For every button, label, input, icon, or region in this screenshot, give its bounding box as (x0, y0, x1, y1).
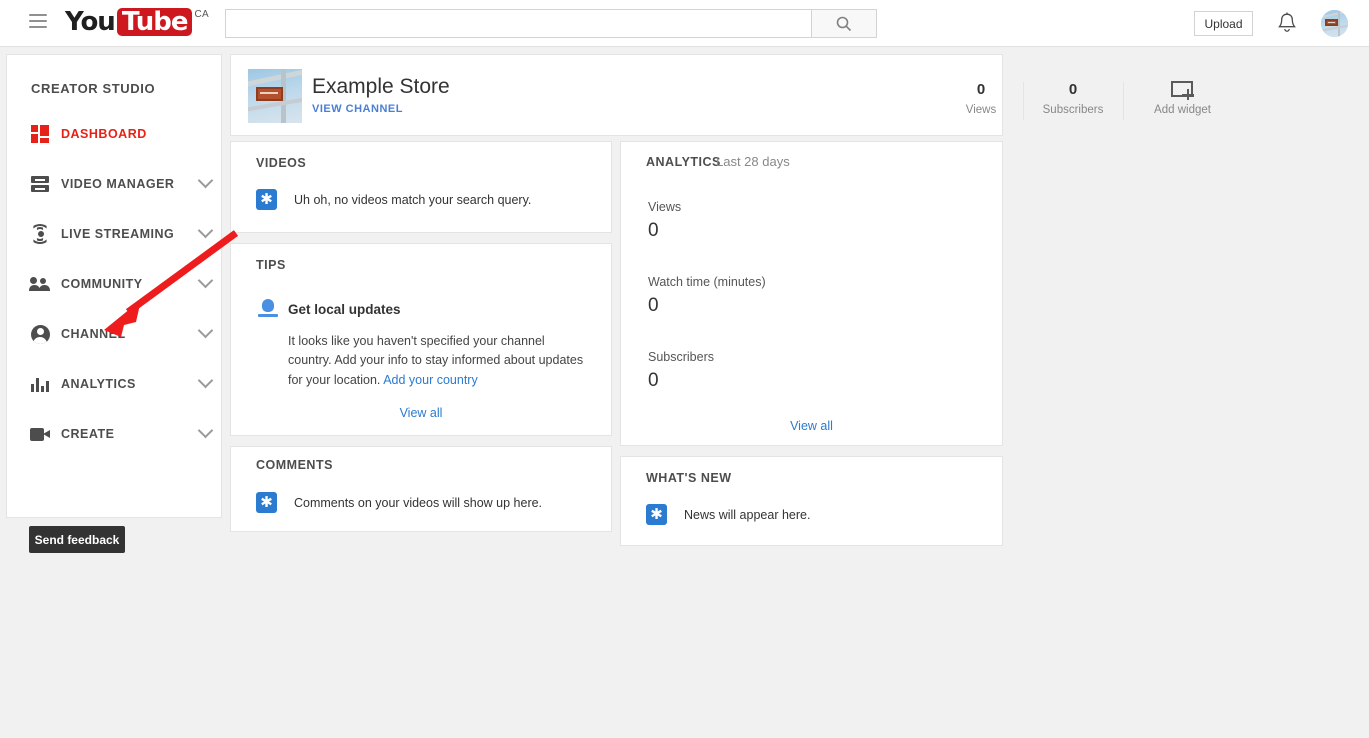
whats-new-card: WHAT'S NEW ✱ News will appear here. (620, 456, 1003, 546)
tip-body: It looks like you haven't specified your… (288, 332, 588, 390)
chevron-down-icon[interactable] (198, 373, 214, 389)
tips-view-all-link[interactable]: View all (231, 406, 611, 420)
stat-views: 0 Views (931, 81, 1031, 116)
add-widget-button[interactable]: Add widget (1131, 81, 1234, 116)
live-streaming-icon (29, 223, 51, 245)
youtube-logo[interactable]: You Tube CA (65, 8, 209, 38)
analytics-bars-icon (29, 373, 51, 395)
divider (1123, 82, 1124, 120)
sidebar-item-label: CREATE (61, 427, 114, 441)
metric-label: Subscribers (648, 350, 714, 364)
star-badge-icon: ✱ (256, 492, 277, 513)
search-icon (836, 16, 852, 32)
sidebar-item-label: DASHBOARD (61, 127, 147, 141)
masthead: You Tube CA Upload (0, 0, 1369, 47)
sidebar-item-community[interactable]: COMMUNITY (7, 267, 223, 301)
notifications-bell-icon[interactable] (1275, 11, 1299, 37)
tips-card: TIPS Get local updates It looks like you… (230, 243, 612, 436)
stat-label: Subscribers (1023, 104, 1123, 116)
metric-value: 0 (648, 220, 659, 242)
sidebar-item-label: VIDEO MANAGER (61, 177, 174, 191)
avatar[interactable] (1321, 10, 1348, 37)
stat-value: 0 (931, 81, 1031, 98)
card-title: TIPS (256, 258, 286, 272)
sidebar-item-label: ANALYTICS (61, 377, 136, 391)
sidebar-item-dashboard[interactable]: DASHBOARD (7, 117, 223, 151)
dashboard-grid-icon (29, 123, 51, 145)
sidebar-title: CREATOR STUDIO (31, 81, 155, 96)
card-title: WHAT'S NEW (646, 471, 732, 485)
channel-name: Example Store (312, 75, 450, 99)
chevron-down-icon[interactable] (198, 223, 214, 239)
stat-label: Views (931, 104, 1031, 116)
logo-country-code: CA (194, 9, 209, 20)
metric-label: Views (648, 200, 681, 214)
tip-title: Get local updates (288, 302, 401, 317)
send-feedback-button[interactable]: Send feedback (29, 526, 125, 553)
chevron-down-icon[interactable] (198, 323, 214, 339)
message-text: Uh oh, no videos match your search query… (294, 193, 531, 207)
view-channel-link[interactable]: VIEW CHANNEL (312, 103, 403, 115)
video-manager-icon (29, 173, 51, 195)
add-your-country-link[interactable]: Add your country (383, 373, 478, 387)
create-camera-icon (29, 423, 51, 445)
analytics-card: ANALYTICS Last 28 days Views 0 Watch tim… (620, 141, 1003, 446)
channel-account-icon (29, 323, 51, 345)
search-box (225, 9, 877, 38)
upload-button[interactable]: Upload (1194, 11, 1253, 36)
sidebar-item-create[interactable]: CREATE (7, 417, 223, 451)
videos-card: VIDEOS ✱ Uh oh, no videos match your sea… (230, 141, 612, 233)
sidebar-item-label: LIVE STREAMING (61, 227, 174, 241)
comments-empty-message: ✱ Comments on your videos will show up h… (256, 492, 542, 513)
search-button[interactable] (811, 9, 877, 38)
card-title: VIDEOS (256, 156, 306, 170)
chevron-down-icon[interactable] (198, 273, 214, 289)
search-input[interactable] (225, 9, 811, 38)
hamburger-menu-icon[interactable] (29, 14, 47, 32)
stat-subscribers: 0 Subscribers (1023, 81, 1123, 116)
chevron-down-icon[interactable] (198, 173, 214, 189)
metric-value: 0 (648, 295, 659, 317)
star-badge-icon: ✱ (256, 189, 277, 210)
channel-header-card: Example Store VIEW CHANNEL 0 Views 0 Sub… (230, 54, 1003, 136)
sidebar-item-live-streaming[interactable]: LIVE STREAMING (7, 217, 223, 251)
analytics-date-range: Last 28 days (716, 154, 790, 169)
comments-card: COMMENTS ✱ Comments on your videos will … (230, 446, 612, 532)
chevron-down-icon[interactable] (198, 423, 214, 439)
channel-thumbnail-photo (248, 69, 302, 123)
message-text: Comments on your videos will show up her… (294, 496, 542, 510)
message-text: News will appear here. (684, 508, 810, 522)
videos-empty-message: ✱ Uh oh, no videos match your search que… (256, 189, 531, 210)
channel-thumbnail[interactable] (248, 69, 302, 123)
sidebar: CREATOR STUDIO DASHBOARD VIDEO MANAGER L… (6, 54, 222, 518)
logo-tube-text: Tube (117, 8, 193, 36)
community-people-icon (29, 273, 51, 295)
analytics-view-all-link[interactable]: View all (621, 419, 1002, 433)
sidebar-item-video-manager[interactable]: VIDEO MANAGER (7, 167, 223, 201)
sidebar-item-analytics[interactable]: ANALYTICS (7, 367, 223, 401)
stat-value: 0 (1023, 81, 1123, 98)
add-widget-icon (1171, 81, 1195, 99)
whats-new-message: ✱ News will appear here. (646, 504, 810, 525)
metric-label: Watch time (minutes) (648, 275, 766, 289)
person-icon (258, 299, 278, 317)
metric-value: 0 (648, 370, 659, 392)
card-title: COMMENTS (256, 458, 333, 472)
sidebar-item-label: CHANNEL (61, 327, 126, 341)
logo-you-text: You (65, 8, 115, 36)
avatar-photo (1321, 10, 1348, 37)
sidebar-item-channel[interactable]: CHANNEL (7, 317, 223, 351)
card-title: ANALYTICS (646, 155, 721, 169)
sidebar-item-label: COMMUNITY (61, 277, 143, 291)
add-widget-label: Add widget (1131, 104, 1234, 116)
star-badge-icon: ✱ (646, 504, 667, 525)
